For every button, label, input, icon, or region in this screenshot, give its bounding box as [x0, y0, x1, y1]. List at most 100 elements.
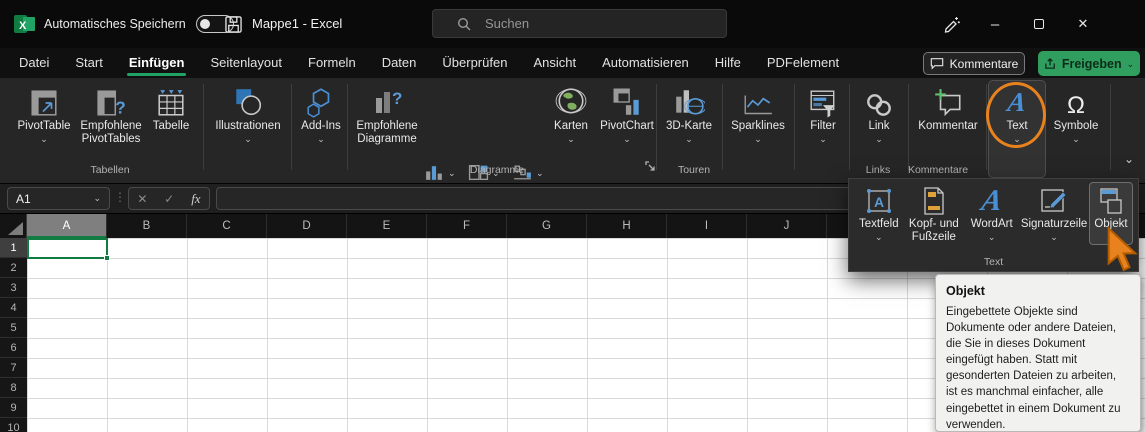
- tab-automatisieren[interactable]: Automatisieren: [589, 48, 702, 78]
- column-header-C[interactable]: C: [187, 214, 267, 238]
- karte3d-chevron-icon: ⌄: [685, 134, 693, 145]
- group-divider: [908, 84, 909, 170]
- column-header-G[interactable]: G: [507, 214, 587, 238]
- name-box-chevron-icon[interactable]: ⌄: [93, 194, 101, 203]
- svg-text:A: A: [874, 194, 884, 210]
- save-button[interactable]: [222, 14, 244, 34]
- insert-function-button[interactable]: fx: [191, 191, 200, 207]
- search-icon: [457, 17, 471, 30]
- toggle-knob: [200, 18, 210, 29]
- objekt-icon: [1100, 188, 1122, 214]
- enter-button[interactable]: ✓: [164, 192, 174, 206]
- column-header-D[interactable]: D: [267, 214, 347, 238]
- tab-ansicht[interactable]: Ansicht: [520, 48, 589, 78]
- empfohlene-diagramme-button[interactable]: ? Empfohlene Diagramme: [350, 82, 424, 178]
- sparklines-button[interactable]: Sparklines ⌄: [726, 82, 790, 178]
- column-chart-button[interactable]: ⌄: [424, 164, 456, 181]
- textfeld-icon: A: [866, 189, 891, 213]
- row-header-3[interactable]: 3: [0, 278, 27, 298]
- pivottable-button[interactable]: PivotTable ⌄: [8, 82, 80, 178]
- search-input[interactable]: Suchen: [432, 9, 727, 38]
- row-header-2[interactable]: 2: [0, 258, 27, 278]
- column-header-A[interactable]: A: [27, 214, 107, 238]
- group-divider: [722, 84, 723, 170]
- filter-button[interactable]: Filter ⌄: [799, 82, 847, 178]
- row-header-10[interactable]: 10: [0, 418, 27, 432]
- karten-button[interactable]: Karten ⌄: [546, 82, 596, 178]
- tabelle-button[interactable]: Tabelle: [142, 82, 200, 178]
- select-all-button[interactable]: [0, 214, 27, 238]
- menu-item-textfeld[interactable]: A Textfeld ⌄: [854, 182, 904, 245]
- tab-hilfe[interactable]: Hilfe: [702, 48, 754, 78]
- column-header-I[interactable]: I: [667, 214, 747, 238]
- maximize-icon: [1034, 19, 1044, 29]
- tab-datei[interactable]: Datei: [6, 48, 62, 78]
- row-header-7[interactable]: 7: [0, 358, 27, 378]
- tooltip-body: Eingebettete Objekte sind Dokumente oder…: [946, 306, 1121, 431]
- svg-text:X: X: [19, 20, 27, 32]
- pivotchart-icon: [613, 88, 639, 115]
- comments-button[interactable]: Kommentare: [923, 52, 1025, 75]
- row-header-9[interactable]: 9: [0, 398, 27, 418]
- addins-icon: [307, 88, 330, 118]
- selected-cell-a1[interactable]: [27, 238, 110, 261]
- menu-item-kopf-fusszeile[interactable]: Kopf- und Fußzeile: [904, 182, 965, 245]
- wordart-icon: A: [978, 184, 1005, 217]
- column-header-E[interactable]: E: [347, 214, 427, 238]
- tab-einfuegen[interactable]: Einfügen: [116, 48, 198, 78]
- column-header-B[interactable]: B: [107, 214, 187, 238]
- cancel-button[interactable]: ✕: [137, 192, 147, 206]
- symbole-button[interactable]: Ω Symbole ⌄: [1048, 82, 1104, 178]
- text-flyout-menu: A Textfeld ⌄ Kopf- und Fußzeile A WordAr…: [848, 178, 1139, 272]
- link-icon: [867, 94, 891, 116]
- close-icon: ✕: [1077, 16, 1089, 31]
- excel-window: X Automatisches Speichern Mappe1 - Excel…: [0, 0, 1145, 432]
- row-header-4[interactable]: 4: [0, 298, 27, 318]
- tooltip-title: Objekt: [946, 284, 985, 298]
- svg-text:?: ?: [392, 89, 402, 108]
- illustrationen-button[interactable]: Illustrationen ⌄: [208, 82, 288, 178]
- minimize-button[interactable]: –: [980, 11, 1010, 37]
- group-divider: [656, 84, 657, 170]
- group-divider: [291, 84, 292, 170]
- title-bar: X Automatisches Speichern Mappe1 - Excel…: [0, 0, 1145, 48]
- column-header-H[interactable]: H: [587, 214, 667, 238]
- name-box[interactable]: A1 ⌄: [7, 187, 110, 210]
- column-header-J[interactable]: J: [747, 214, 827, 238]
- fill-handle[interactable]: [104, 255, 110, 261]
- menu-item-wordart[interactable]: A WordArt ⌄: [964, 182, 1019, 245]
- close-button[interactable]: ✕: [1068, 11, 1098, 37]
- share-button[interactable]: Freigeben ⌄: [1038, 51, 1140, 76]
- menu-item-signaturzeile[interactable]: Signaturzeile ⌄: [1019, 182, 1089, 245]
- ribbon: PivotTable ⌄ ? Empfohlene PivotTables Ta…: [0, 78, 1145, 232]
- tab-pdfelement[interactable]: PDFelement: [754, 48, 852, 78]
- tab-seitenlayout[interactable]: Seitenlayout: [197, 48, 295, 78]
- column-header-F[interactable]: F: [427, 214, 507, 238]
- search-placeholder: Suchen: [485, 16, 530, 31]
- maximize-button[interactable]: [1024, 11, 1054, 37]
- tab-start[interactable]: Start: [62, 48, 115, 78]
- addins-button[interactable]: Add-Ins ⌄: [296, 82, 346, 178]
- row-header-6[interactable]: 6: [0, 338, 27, 358]
- tab-daten[interactable]: Daten: [369, 48, 430, 78]
- formula-bar-grip[interactable]: ⋮: [114, 190, 126, 204]
- feedback-button[interactable]: [936, 11, 966, 37]
- tab-formeln[interactable]: Formeln: [295, 48, 369, 78]
- link-chevron-icon: ⌄: [875, 134, 883, 145]
- row-header-8[interactable]: 8: [0, 378, 27, 398]
- share-chevron-icon[interactable]: ⌄: [1127, 60, 1135, 69]
- filter-icon: [810, 90, 835, 118]
- waterfall-chart-chevron-icon: ⌄: [536, 168, 544, 178]
- symbole-omega-icon: Ω: [1067, 92, 1085, 119]
- tab-ueberpruefen[interactable]: Überprüfen: [429, 48, 520, 78]
- feedback-pen-icon: [944, 17, 960, 33]
- signaturzeile-chevron-icon: ⌄: [1050, 231, 1058, 242]
- row-header-5[interactable]: 5: [0, 318, 27, 338]
- minimize-icon: –: [990, 15, 1000, 33]
- pivottable-chevron-icon: ⌄: [40, 134, 48, 145]
- row-header-1[interactable]: 1: [0, 238, 27, 258]
- autosave-label: Automatisches Speichern: [44, 17, 186, 31]
- document-title: Mappe1 - Excel: [252, 16, 343, 31]
- ribbon-collapse-chevron-icon[interactable]: ⌄: [1124, 152, 1134, 166]
- pivotchart-chevron-icon: ⌄: [623, 134, 631, 145]
